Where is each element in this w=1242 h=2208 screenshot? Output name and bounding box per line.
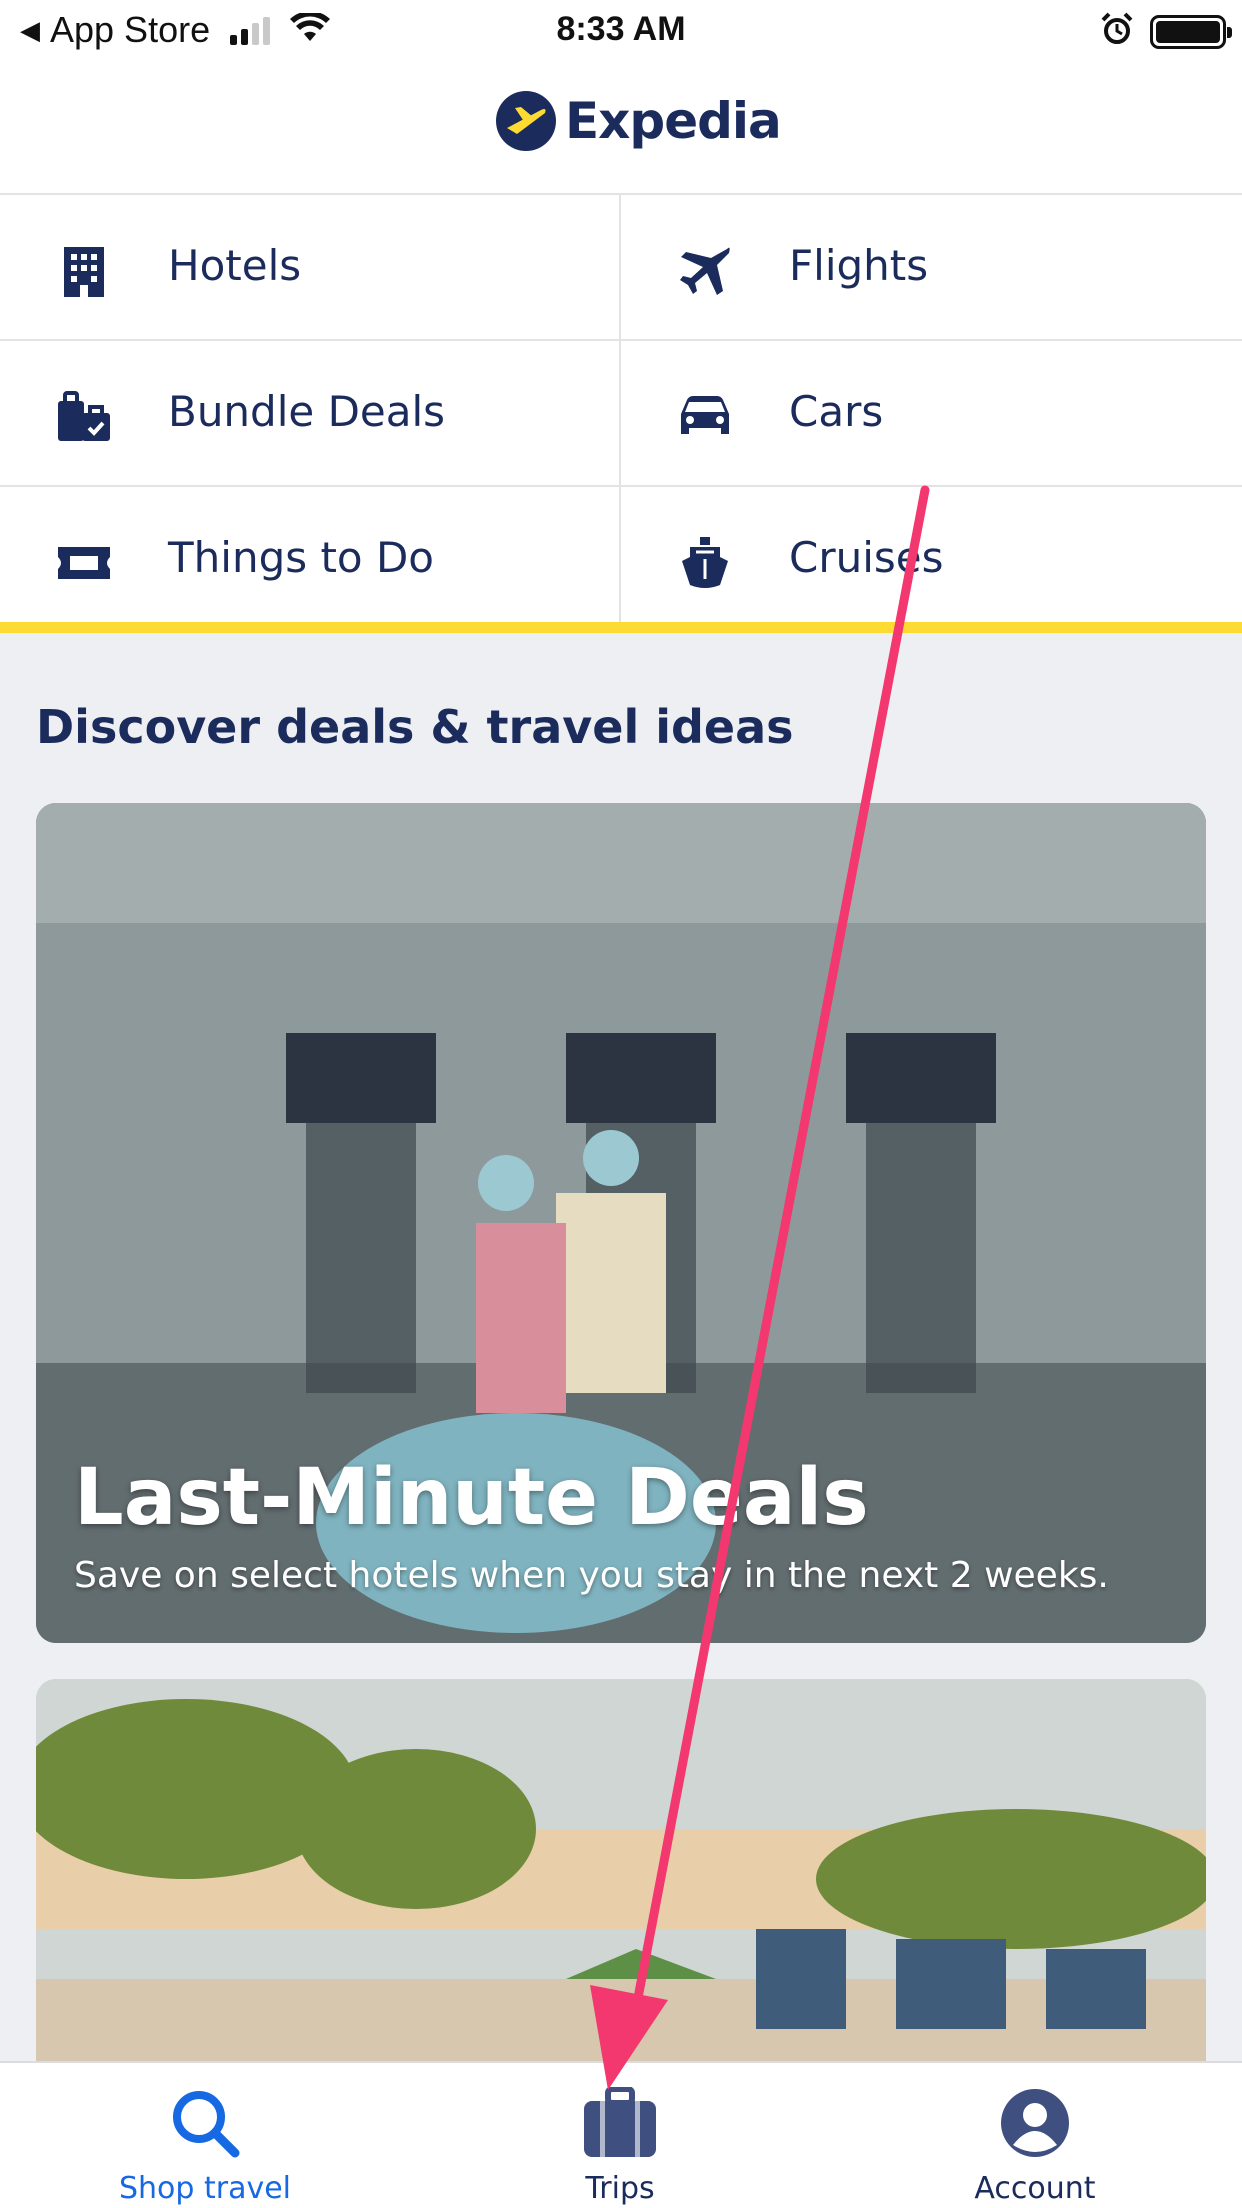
tab-shop-travel[interactable]: Shop travel: [55, 2063, 355, 2208]
category-things-to-do[interactable]: Things to Do: [0, 487, 621, 633]
ticket-icon: [56, 535, 112, 591]
card-title: Last-Minute Deals: [74, 1453, 869, 1543]
card-subtitle: Save on select hotels when you stay in t…: [74, 1555, 1109, 1596]
tab-label: Trips: [585, 2171, 655, 2206]
building-icon: [56, 243, 112, 299]
deal-card-last-minute[interactable]: Last-Minute Deals Save on select hotels …: [36, 803, 1206, 1643]
brand-divider: [0, 622, 1242, 633]
category-label: Things to Do: [168, 533, 435, 582]
category-grid: Hotels Flights Bundle Deals Cars Things …: [0, 195, 1242, 633]
tab-trips[interactable]: Trips: [470, 2063, 770, 2208]
tab-label: Shop travel: [118, 2171, 292, 2206]
category-label: Hotels: [168, 241, 302, 290]
category-cruises[interactable]: Cruises: [621, 487, 1242, 633]
status-bar: ◀ App Store 8:33 AM: [0, 0, 1242, 62]
expedia-logo-icon: [496, 91, 556, 151]
status-right: [1100, 12, 1232, 51]
luggage-icon: [56, 389, 112, 445]
category-label: Bundle Deals: [168, 387, 446, 436]
category-label: Cars: [789, 387, 884, 436]
alarm-icon: [1100, 12, 1134, 51]
category-label: Flights: [789, 241, 929, 290]
app-header: Expedia: [0, 62, 1242, 195]
category-label: Cruises: [789, 533, 944, 582]
category-hotels[interactable]: Hotels: [0, 195, 621, 341]
car-icon: [677, 389, 733, 445]
category-flights[interactable]: Flights: [621, 195, 1242, 341]
suitcase-icon: [580, 2083, 660, 2163]
battery-icon: [1150, 14, 1232, 49]
bottom-tab-bar: Shop travel Trips Account: [0, 2061, 1242, 2208]
card-image: [36, 1679, 1206, 2079]
section-title: Discover deals & travel ideas: [36, 700, 794, 754]
account-icon: [995, 2083, 1075, 2163]
expedia-logo: Expedia: [495, 90, 782, 152]
tab-label: Account: [974, 2171, 1096, 2206]
app-screen: ◀ App Store 8:33 AM Expedia Hotels Fligh…: [0, 0, 1242, 2208]
status-time: 8:33 AM: [556, 10, 686, 48]
expedia-logo-text: Expedia: [565, 92, 782, 150]
category-bundle-deals[interactable]: Bundle Deals: [0, 341, 621, 487]
ship-icon: [677, 535, 733, 591]
deal-card-beach[interactable]: [36, 1679, 1206, 2079]
tab-account[interactable]: Account: [885, 2063, 1185, 2208]
category-cars[interactable]: Cars: [621, 341, 1242, 487]
airplane-icon: [677, 243, 733, 299]
search-icon: [165, 2083, 245, 2163]
